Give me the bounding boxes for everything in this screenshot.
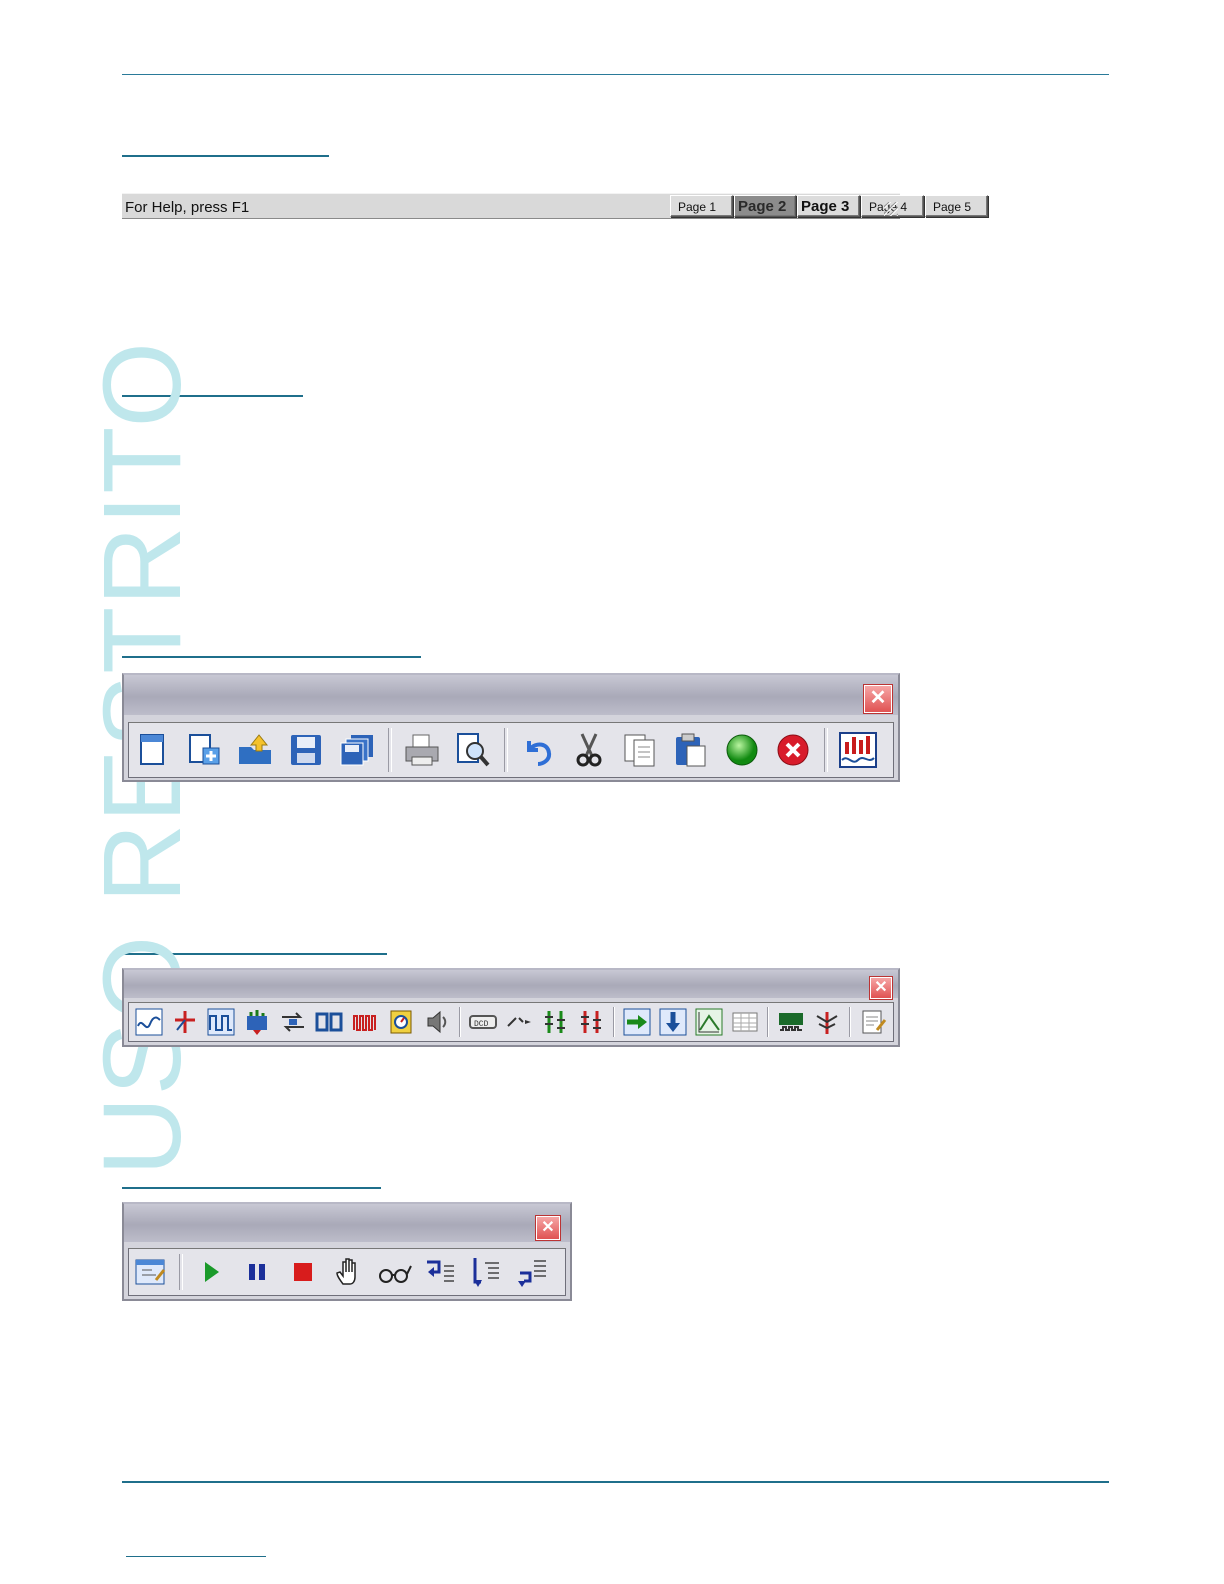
page-tabs: Page 1 Page 2 Page 3 Page 4 Page 5 [670, 195, 989, 218]
watch-glasses-icon[interactable] [377, 1254, 413, 1290]
function-icon[interactable] [169, 1006, 201, 1038]
antenna-icon[interactable] [811, 1006, 843, 1038]
status-bar: For Help, press F1 Page 1 Page 2 Page 3 … [122, 193, 988, 219]
print-icon[interactable] [402, 730, 442, 770]
toolbar-buttons [128, 1248, 566, 1296]
close-icon[interactable]: ✕ [536, 1216, 560, 1240]
signal-source-icon[interactable] [241, 1006, 273, 1038]
svg-text:DCD: DCD [474, 1020, 489, 1029]
debug-toolbar: ✕ [122, 1202, 572, 1301]
toolbar-title-bar[interactable]: ✕ [124, 1204, 570, 1242]
tab-page-3[interactable]: Page 3 [797, 195, 860, 217]
close-icon[interactable]: ✕ [870, 977, 892, 999]
step-out-icon[interactable] [515, 1254, 551, 1290]
new-document-icon[interactable] [133, 730, 173, 770]
save-all-icon[interactable] [337, 730, 377, 770]
step-into-icon[interactable] [423, 1254, 459, 1290]
switch-icon[interactable] [313, 1006, 345, 1038]
graph-icon[interactable] [693, 1006, 725, 1038]
undo-icon[interactable] [518, 730, 558, 770]
toolbar-buttons [128, 722, 894, 778]
table-icon[interactable] [729, 1006, 761, 1038]
display-icon[interactable]: DCD [467, 1006, 499, 1038]
toolbar-separator [824, 728, 828, 772]
print-preview-icon[interactable] [453, 730, 493, 770]
status-help-text: For Help, press F1 [125, 199, 250, 216]
toolbar-separator [613, 1007, 615, 1037]
logic-analyzer-icon[interactable] [775, 1006, 807, 1038]
footer-rule [122, 1481, 1109, 1483]
bus-icon[interactable] [539, 1006, 571, 1038]
footer-short-rule [126, 1556, 266, 1557]
toolbar-separator [179, 1254, 183, 1290]
stop-red-icon[interactable] [773, 730, 813, 770]
section-rule-1 [122, 155, 329, 157]
toolbar-separator [459, 1007, 461, 1037]
copy-icon[interactable] [620, 730, 660, 770]
resize-grip[interactable] [884, 202, 898, 216]
cut-icon[interactable] [569, 730, 609, 770]
new-from-template-icon[interactable] [184, 730, 224, 770]
tab-page-1[interactable]: Page 1 [670, 195, 733, 217]
toolbar-separator [504, 728, 508, 772]
toolbar-title-bar[interactable]: ✕ [124, 970, 898, 999]
step-over-icon[interactable] [469, 1254, 505, 1290]
stop-icon[interactable] [285, 1254, 321, 1290]
notes-icon[interactable] [857, 1006, 889, 1038]
tab-page-2[interactable]: Page 2 [734, 195, 796, 217]
section-rule-5 [122, 1187, 381, 1189]
pause-icon[interactable] [239, 1254, 275, 1290]
toolbar-separator [388, 728, 392, 772]
oscilloscope-icon[interactable] [133, 1006, 165, 1038]
save-icon[interactable] [286, 730, 326, 770]
chart-icon[interactable] [838, 730, 878, 770]
hand-icon[interactable] [331, 1254, 367, 1290]
bus-red-icon[interactable] [575, 1006, 607, 1038]
main-toolbar: ✕ [122, 673, 900, 782]
toolbar-separator [849, 1007, 851, 1037]
header-rule [122, 74, 1109, 75]
toolbar-buttons: DCD [128, 1002, 894, 1042]
close-icon[interactable]: ✕ [864, 685, 892, 713]
edit-icon[interactable] [133, 1254, 169, 1290]
play-icon[interactable] [193, 1254, 229, 1290]
pulse-icon[interactable] [205, 1006, 237, 1038]
export-down-icon[interactable] [657, 1006, 689, 1038]
probe-icon[interactable] [503, 1006, 535, 1038]
open-folder-icon[interactable] [235, 730, 275, 770]
meter-icon[interactable] [385, 1006, 417, 1038]
speaker-icon[interactable] [421, 1006, 453, 1038]
tab-page-5[interactable]: Page 5 [925, 195, 988, 217]
paste-icon[interactable] [671, 730, 711, 770]
converter-icon[interactable] [277, 1006, 309, 1038]
instruments-toolbar: ✕ DCD [122, 968, 900, 1047]
toolbar-title-bar[interactable]: ✕ [124, 675, 898, 715]
export-right-icon[interactable] [621, 1006, 653, 1038]
toolbar-separator [767, 1007, 769, 1037]
counter-icon[interactable] [349, 1006, 381, 1038]
run-green-icon[interactable] [722, 730, 762, 770]
